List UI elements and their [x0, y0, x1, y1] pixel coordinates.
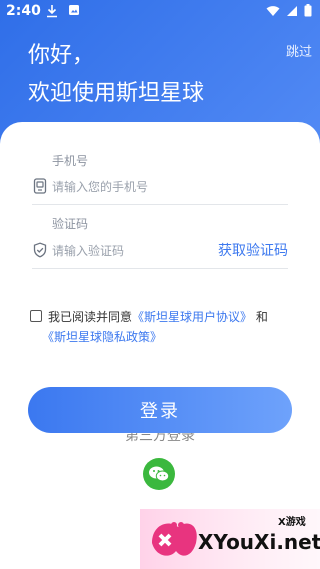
agreement-checkbox[interactable] [30, 310, 42, 322]
notification-icon [69, 5, 79, 15]
battery-icon [304, 4, 312, 17]
watermark-large-text: XYouXi.net [198, 530, 320, 554]
get-code-button[interactable]: 获取验证码 [218, 240, 288, 260]
signal-icon [287, 5, 297, 16]
greeting-line-1: 你好， [28, 43, 95, 68]
phone-label: 手机号 [52, 154, 89, 168]
shield-icon [33, 242, 47, 258]
phone-icon [33, 178, 47, 194]
watermark-small-text: X游戏 [278, 515, 306, 528]
status-bar: 2:40 [0, 0, 320, 24]
phone-field[interactable]: 请输入您的手机号 [32, 172, 288, 205]
greeting-line-2: 欢迎使用斯坦星球 [28, 81, 205, 106]
login-button[interactable]: 登录 [28, 387, 292, 433]
status-time: 2:40 [6, 3, 41, 19]
agreement-prefix: 我已阅读并同意 [48, 310, 133, 324]
code-label: 验证码 [52, 217, 89, 231]
user-agreement-link[interactable]: 《斯坦星球用户协议》 [132, 310, 252, 324]
privacy-policy-link[interactable]: 《斯坦星球隐私政策》 [42, 330, 162, 344]
code-input[interactable]: 请输入验证码 [52, 242, 124, 259]
phone-input[interactable]: 请输入您的手机号 [52, 178, 148, 195]
agreement-connector: 和 [255, 310, 268, 324]
wechat-login-button[interactable] [143, 458, 175, 490]
login-screen: 2:40 跳过 你好， 欢迎使用斯坦星球 手机号 请输入您的手机号 验证码 请输… [0, 0, 320, 569]
skip-button[interactable]: 跳过 [286, 41, 312, 60]
code-field[interactable]: 请输入验证码 获取验证码 [32, 236, 288, 269]
download-icon [47, 5, 57, 18]
wechat-icon [149, 466, 170, 482]
site-watermark: X游戏 XYouXi.net [140, 509, 320, 569]
wifi-icon [266, 5, 280, 16]
